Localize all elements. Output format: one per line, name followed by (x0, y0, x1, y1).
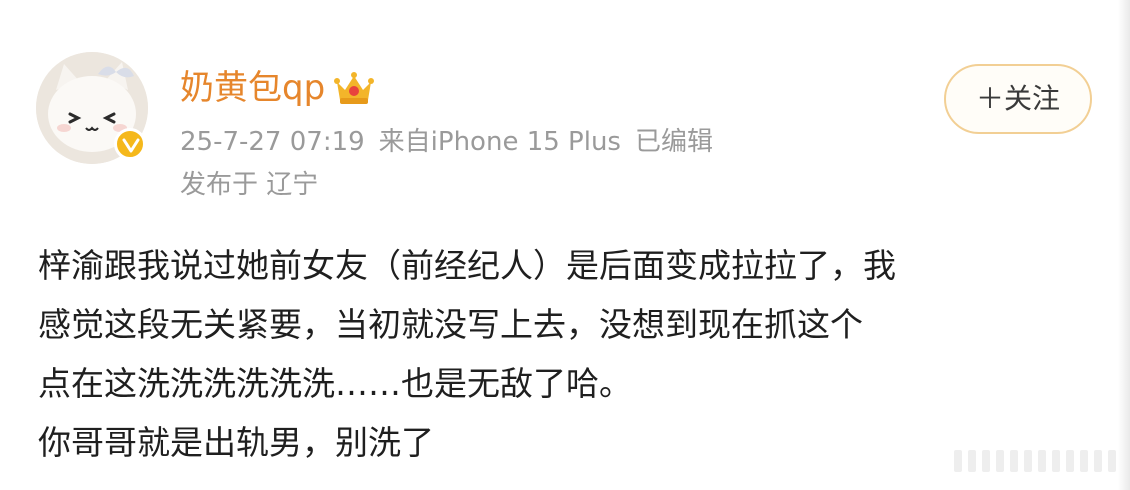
post-content: 梓渝跟我说过她前女友（前经纪人）是后面变成拉拉了，我 感觉这段无关紧要，当初就没… (38, 236, 1098, 472)
watermark-bars (954, 450, 1116, 472)
author-name[interactable]: 奶黄包qp (180, 66, 325, 110)
crown-icon (334, 72, 375, 104)
verified-v-icon (114, 128, 146, 160)
author-name-row: 奶黄包qp (180, 66, 375, 110)
post-meta: 25-7-27 07:19 来自iPhone 15 Plus 已编辑 (180, 125, 713, 159)
post-timestamp: 25-7-27 07:19 (180, 127, 365, 157)
post-content-line: 感觉这段无关紧要，当初就没写上去，没想到现在抓这个 (38, 305, 863, 344)
post-content-line: 你哥哥就是出轨男，别洗了 (38, 423, 434, 462)
right-edge-divider (1118, 0, 1130, 490)
follow-button-label: ＋关注 (975, 82, 1060, 115)
edited-label[interactable]: 已编辑 (635, 127, 713, 157)
post-content-line: 梓渝跟我说过她前女友（前经纪人）是后面变成拉拉了，我 (38, 246, 896, 285)
post-content-line: 点在这洗洗洗洗洗洗……也是无敌了哈。 (38, 364, 632, 403)
follow-button[interactable]: ＋关注 (944, 64, 1092, 134)
post-source: 来自iPhone 15 Plus (378, 127, 621, 157)
post-location: 发布于 辽宁 (180, 170, 319, 200)
weibo-post-card: 奶黄包qp 25-7-27 07:19 来自iPhone 15 Plus 已编辑 发… (0, 0, 1130, 490)
